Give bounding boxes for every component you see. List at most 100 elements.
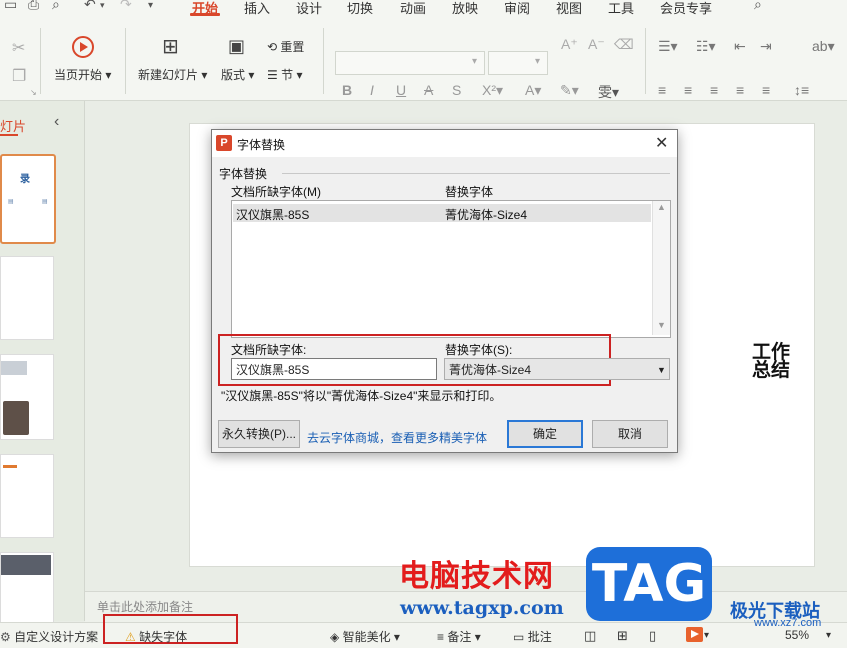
list-replace-font: 菁优海体-Size4: [445, 208, 528, 222]
strikethrough-icon[interactable]: A: [424, 82, 433, 98]
align-right-icon[interactable]: ≡: [710, 82, 718, 98]
phonetic-icon[interactable]: 雯▾: [598, 82, 619, 102]
font-store-link[interactable]: 去云字体商城，查看更多精美字体: [307, 429, 487, 446]
ok-button[interactable]: 确定: [507, 420, 583, 448]
list-item[interactable]: 汉仪旗黑-85S 菁优海体-Size4: [233, 204, 651, 222]
layout-icon[interactable]: ▣: [228, 36, 245, 57]
bold-icon[interactable]: B: [342, 82, 352, 98]
slide-thumbnail-2[interactable]: [0, 256, 54, 340]
comments-button[interactable]: ▭ 批注: [513, 628, 552, 645]
undo-icon[interactable]: ↶: [84, 0, 96, 13]
layout-label: 版式: [221, 68, 246, 82]
tab-tools[interactable]: 工具: [608, 0, 634, 17]
increase-font-icon[interactable]: A⁺: [561, 36, 578, 53]
align-left-icon[interactable]: ≡: [658, 82, 666, 98]
tab-animation[interactable]: 动画: [400, 0, 426, 17]
search-icon[interactable]: ⌕: [754, 0, 762, 13]
reset-label: 重置: [280, 40, 305, 54]
scroll-up-icon[interactable]: ▲: [657, 202, 666, 212]
list-missing-font: 汉仪旗黑-85S: [236, 208, 310, 222]
tab-design[interactable]: 设计: [296, 0, 322, 17]
permanent-convert-button[interactable]: 永久转换(P)...: [218, 420, 300, 448]
slides-tab[interactable]: 灯片: [0, 116, 26, 135]
bullet-list-icon[interactable]: ☰▾: [658, 38, 678, 55]
slide-thumbnail-5[interactable]: [0, 552, 54, 624]
reading-view-icon[interactable]: ▯: [649, 628, 656, 644]
thumb-deco: ▤: [42, 199, 48, 205]
smart-beautify-button[interactable]: ◈ 智能美化 ▾: [330, 628, 400, 645]
slide-sorter-icon[interactable]: ⊞: [617, 628, 628, 644]
replace-font-select[interactable]: 菁优海体-Size4 ▼: [444, 358, 670, 380]
section-button[interactable]: ☰ 节 ▾: [267, 66, 302, 83]
open-icon[interactable]: ▭: [4, 0, 17, 13]
layout-button[interactable]: 版式 ▾: [221, 66, 254, 83]
copy-icon[interactable]: ❐: [12, 66, 26, 86]
justify-icon[interactable]: ≡: [736, 82, 744, 98]
notes-button[interactable]: ≡ 备注 ▾: [437, 628, 481, 645]
numbered-list-icon[interactable]: ☷▾: [696, 38, 716, 55]
print-preview-icon[interactable]: ⌕: [52, 0, 60, 13]
font-color-icon[interactable]: A▾: [525, 82, 541, 99]
clipboard-launcher-icon[interactable]: ↘: [30, 88, 37, 97]
increase-indent-icon[interactable]: ⇥: [760, 38, 772, 55]
slide-title-text[interactable]: 工作 总结: [752, 343, 792, 380]
superscript-icon[interactable]: X²▾: [482, 82, 503, 99]
missing-fonts-button[interactable]: ⚠ 缺失字体: [125, 628, 187, 645]
play-icon[interactable]: [72, 36, 94, 58]
font-size-combo[interactable]: ▾: [488, 51, 548, 75]
new-slide-icon[interactable]: ⊞: [162, 34, 179, 59]
decrease-indent-icon[interactable]: ⇤: [734, 38, 746, 55]
slide-thumbnail-3[interactable]: [0, 354, 54, 440]
tab-slideshow[interactable]: 放映: [452, 0, 478, 17]
shadow-icon[interactable]: S: [452, 82, 461, 98]
slide-thumbnail-4[interactable]: [0, 454, 54, 538]
new-slide-label: 新建幻灯片: [138, 68, 199, 82]
close-icon[interactable]: ✕: [655, 133, 668, 153]
scroll-down-icon[interactable]: ▼: [657, 320, 666, 330]
collapse-panel-icon[interactable]: ‹: [54, 113, 59, 131]
comments-label: 批注: [527, 630, 552, 644]
tab-review[interactable]: 审阅: [504, 0, 530, 17]
align-center-icon[interactable]: ≡: [684, 82, 692, 98]
font-name-combo[interactable]: ▾: [335, 51, 485, 75]
new-slide-button[interactable]: 新建幻灯片 ▾: [138, 66, 207, 83]
redo-icon[interactable]: ↷: [120, 0, 132, 13]
tab-insert[interactable]: 插入: [244, 0, 270, 17]
line-spacing-icon[interactable]: ↕≡: [794, 82, 809, 98]
ribbon-separator: [645, 28, 646, 94]
zoom-level[interactable]: 55%: [785, 628, 809, 642]
italic-icon[interactable]: I: [370, 82, 374, 98]
tab-transition[interactable]: 切换: [347, 0, 373, 17]
more-dropdown-icon[interactable]: ▾: [148, 0, 153, 11]
text-direction-icon[interactable]: ab▾: [812, 38, 835, 55]
chevron-down-icon: ▾: [535, 56, 541, 67]
zoom-dropdown-icon[interactable]: ▾: [826, 630, 831, 641]
tab-member[interactable]: 会员专享: [660, 0, 712, 17]
clear-format-icon[interactable]: ⌫: [614, 36, 634, 53]
decrease-font-icon[interactable]: A⁻: [588, 36, 605, 53]
play-slideshow-button[interactable]: [686, 627, 703, 642]
slideshow-dropdown-icon[interactable]: ▾: [704, 630, 709, 641]
custom-design-button[interactable]: ⚙ 自定义设计方案: [0, 628, 98, 645]
list-scrollbar[interactable]: ▲ ▼: [652, 201, 670, 335]
underline-icon[interactable]: U: [396, 82, 406, 98]
ribbon-separator: [125, 28, 126, 94]
custom-design-label: 自定义设计方案: [14, 630, 99, 644]
normal-view-icon[interactable]: ◫: [584, 628, 596, 644]
highlight-icon[interactable]: ✎▾: [560, 82, 579, 99]
print-icon[interactable]: ⎙: [28, 0, 39, 13]
missing-font-field[interactable]: 汉仪旗黑-85S: [231, 358, 437, 380]
cut-icon[interactable]: ✂: [12, 38, 25, 58]
comment-icon: ▭: [513, 630, 525, 644]
font-list[interactable]: 汉仪旗黑-85S 菁优海体-Size4 ▲ ▼: [231, 200, 671, 338]
undo-dropdown-icon[interactable]: ▾: [100, 0, 105, 11]
font-replace-dialog: P 字体替换 ✕ 字体替换 文档所缺字体(M) 替换字体 汉仪旗黑-85S 菁优…: [211, 129, 678, 453]
reset-button[interactable]: ⟲ 重置: [267, 38, 304, 55]
group-label: 字体替换: [219, 167, 268, 181]
slide-thumbnail-1[interactable]: 录 ▤ ▤: [0, 154, 56, 244]
start-from-current-button[interactable]: 当页开始 ▾: [54, 66, 111, 83]
distribute-icon[interactable]: ≡: [762, 82, 770, 98]
cancel-button[interactable]: 取消: [592, 420, 668, 448]
tab-view[interactable]: 视图: [556, 0, 582, 17]
beautify-icon: ◈: [330, 630, 340, 644]
